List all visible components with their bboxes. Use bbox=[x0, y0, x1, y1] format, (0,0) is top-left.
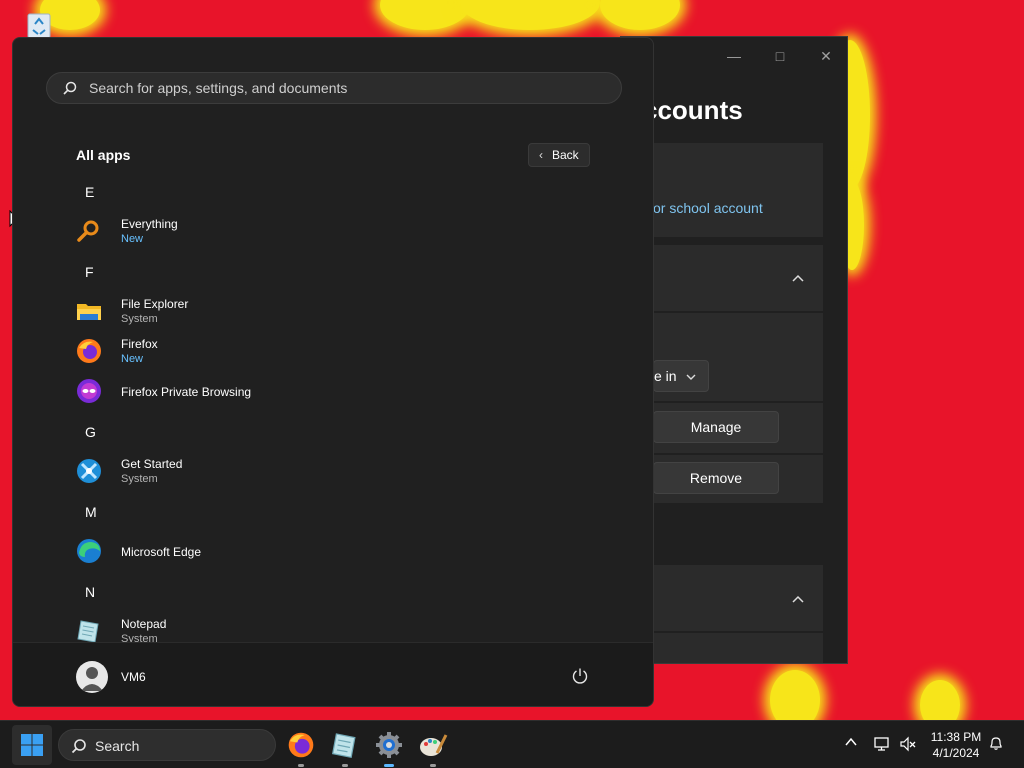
section-letter-g[interactable]: G bbox=[85, 424, 96, 440]
taskbar: Search 11:38 PM 4/1/2024 bbox=[0, 720, 1024, 768]
running-indicator bbox=[342, 764, 348, 767]
maximize-button[interactable]: □ bbox=[765, 43, 795, 69]
app-name: Microsoft Edge bbox=[121, 545, 202, 559]
app-notepad[interactable]: Notepad System bbox=[65, 610, 605, 642]
show-hidden-icons-chevron-up-icon[interactable] bbox=[841, 735, 861, 755]
dropdown-value: e in bbox=[654, 368, 677, 384]
minimize-button[interactable]: — bbox=[719, 43, 749, 69]
chevron-left-icon: ‹ bbox=[539, 148, 543, 162]
start-search-input[interactable] bbox=[89, 73, 609, 103]
user-icon bbox=[81, 667, 103, 691]
app-subtitle: System bbox=[121, 313, 158, 325]
app-everything[interactable]: Everything New bbox=[65, 210, 605, 250]
firefox-private-browsing-icon bbox=[77, 379, 101, 403]
app-microsoft-edge[interactable]: Microsoft Edge bbox=[65, 530, 605, 570]
get-started-icon bbox=[77, 459, 101, 483]
notepad-icon bbox=[331, 733, 356, 759]
app-badge-new: New bbox=[121, 233, 144, 245]
running-indicator bbox=[430, 764, 436, 767]
settings-page-title: ccounts bbox=[643, 95, 743, 125]
app-firefox-private-browsing[interactable]: Firefox Private Browsing bbox=[65, 370, 605, 410]
start-menu-footer: VM6 bbox=[13, 642, 653, 706]
search-icon bbox=[63, 81, 77, 95]
power-icon[interactable] bbox=[571, 667, 589, 685]
firefox-icon bbox=[77, 339, 101, 363]
app-get-started[interactable]: Get Started System bbox=[65, 450, 605, 490]
app-name: File Explorer bbox=[121, 297, 189, 311]
close-window-button[interactable]: ✕ bbox=[811, 43, 841, 69]
section-letter-e[interactable]: E bbox=[85, 184, 94, 200]
app-name: Firefox Private Browsing bbox=[121, 385, 252, 399]
running-indicator bbox=[298, 764, 304, 767]
notifications-bell-icon[interactable] bbox=[986, 735, 1006, 755]
all-apps-heading: All apps bbox=[76, 147, 131, 163]
app-file-explorer[interactable]: File Explorer System bbox=[65, 290, 605, 330]
paint-palette-icon bbox=[420, 734, 448, 756]
chevron-down-icon bbox=[686, 361, 696, 391]
recycle-bin-icon[interactable] bbox=[24, 10, 54, 40]
user-name[interactable]: VM6 bbox=[121, 670, 146, 684]
app-name: Firefox bbox=[121, 337, 158, 351]
chevron-up-icon[interactable] bbox=[791, 270, 805, 286]
network-icon[interactable] bbox=[872, 735, 892, 755]
notepad-icon bbox=[77, 620, 99, 642]
start-menu: All apps ‹ Back E Everything New F File E… bbox=[12, 37, 654, 707]
settings-sub-card bbox=[653, 633, 823, 663]
app-badge-new: New bbox=[121, 353, 144, 365]
app-name: Get Started bbox=[121, 457, 183, 471]
clock-time: 11:38 PM bbox=[930, 730, 982, 744]
app-name: Everything bbox=[121, 217, 178, 231]
gear-icon bbox=[376, 732, 402, 758]
manage-button[interactable]: Manage bbox=[653, 411, 779, 443]
add-work-or-school-account-link[interactable]: or school account bbox=[653, 200, 763, 216]
start-search-box[interactable] bbox=[46, 72, 622, 104]
section-letter-m[interactable]: M bbox=[85, 504, 97, 520]
app-subtitle: System bbox=[121, 633, 158, 642]
taskbar-paint[interactable] bbox=[417, 729, 449, 767]
taskbar-search[interactable]: Search bbox=[58, 729, 276, 761]
search-icon bbox=[71, 739, 86, 754]
remove-button[interactable]: Remove bbox=[653, 462, 779, 494]
section-letter-n[interactable]: N bbox=[85, 584, 95, 600]
taskbar-notepad[interactable] bbox=[329, 729, 361, 767]
everything-search-icon bbox=[77, 220, 99, 242]
all-apps-list[interactable]: E Everything New F File Explorer System bbox=[13, 176, 653, 642]
back-button[interactable]: ‹ Back bbox=[528, 143, 590, 167]
section-letter-f[interactable]: F bbox=[85, 264, 94, 280]
microsoft-edge-icon bbox=[77, 539, 101, 563]
clock-date: 4/1/2024 bbox=[932, 746, 980, 760]
clock[interactable]: 11:38 PM 4/1/2024 bbox=[924, 729, 988, 761]
sign-in-dropdown[interactable]: e in bbox=[653, 360, 709, 392]
app-firefox[interactable]: Firefox New bbox=[65, 330, 605, 370]
volume-muted-icon[interactable] bbox=[898, 735, 918, 755]
windows-logo-icon bbox=[21, 734, 43, 756]
taskbar-firefox[interactable] bbox=[285, 729, 317, 767]
taskbar-settings[interactable] bbox=[373, 729, 405, 767]
settings-window: — □ ✕ ccounts or school account e in Man… bbox=[620, 36, 848, 664]
app-subtitle: System bbox=[121, 473, 158, 485]
firefox-icon bbox=[288, 732, 314, 758]
user-avatar[interactable] bbox=[76, 661, 108, 693]
app-name: Notepad bbox=[121, 617, 167, 631]
taskbar-search-label: Search bbox=[95, 738, 140, 754]
chevron-up-icon[interactable] bbox=[791, 591, 805, 607]
settings-card bbox=[653, 143, 823, 237]
running-indicator bbox=[384, 764, 394, 767]
back-button-label: Back bbox=[552, 148, 579, 162]
start-button[interactable] bbox=[12, 725, 52, 765]
file-explorer-icon bbox=[77, 304, 101, 320]
